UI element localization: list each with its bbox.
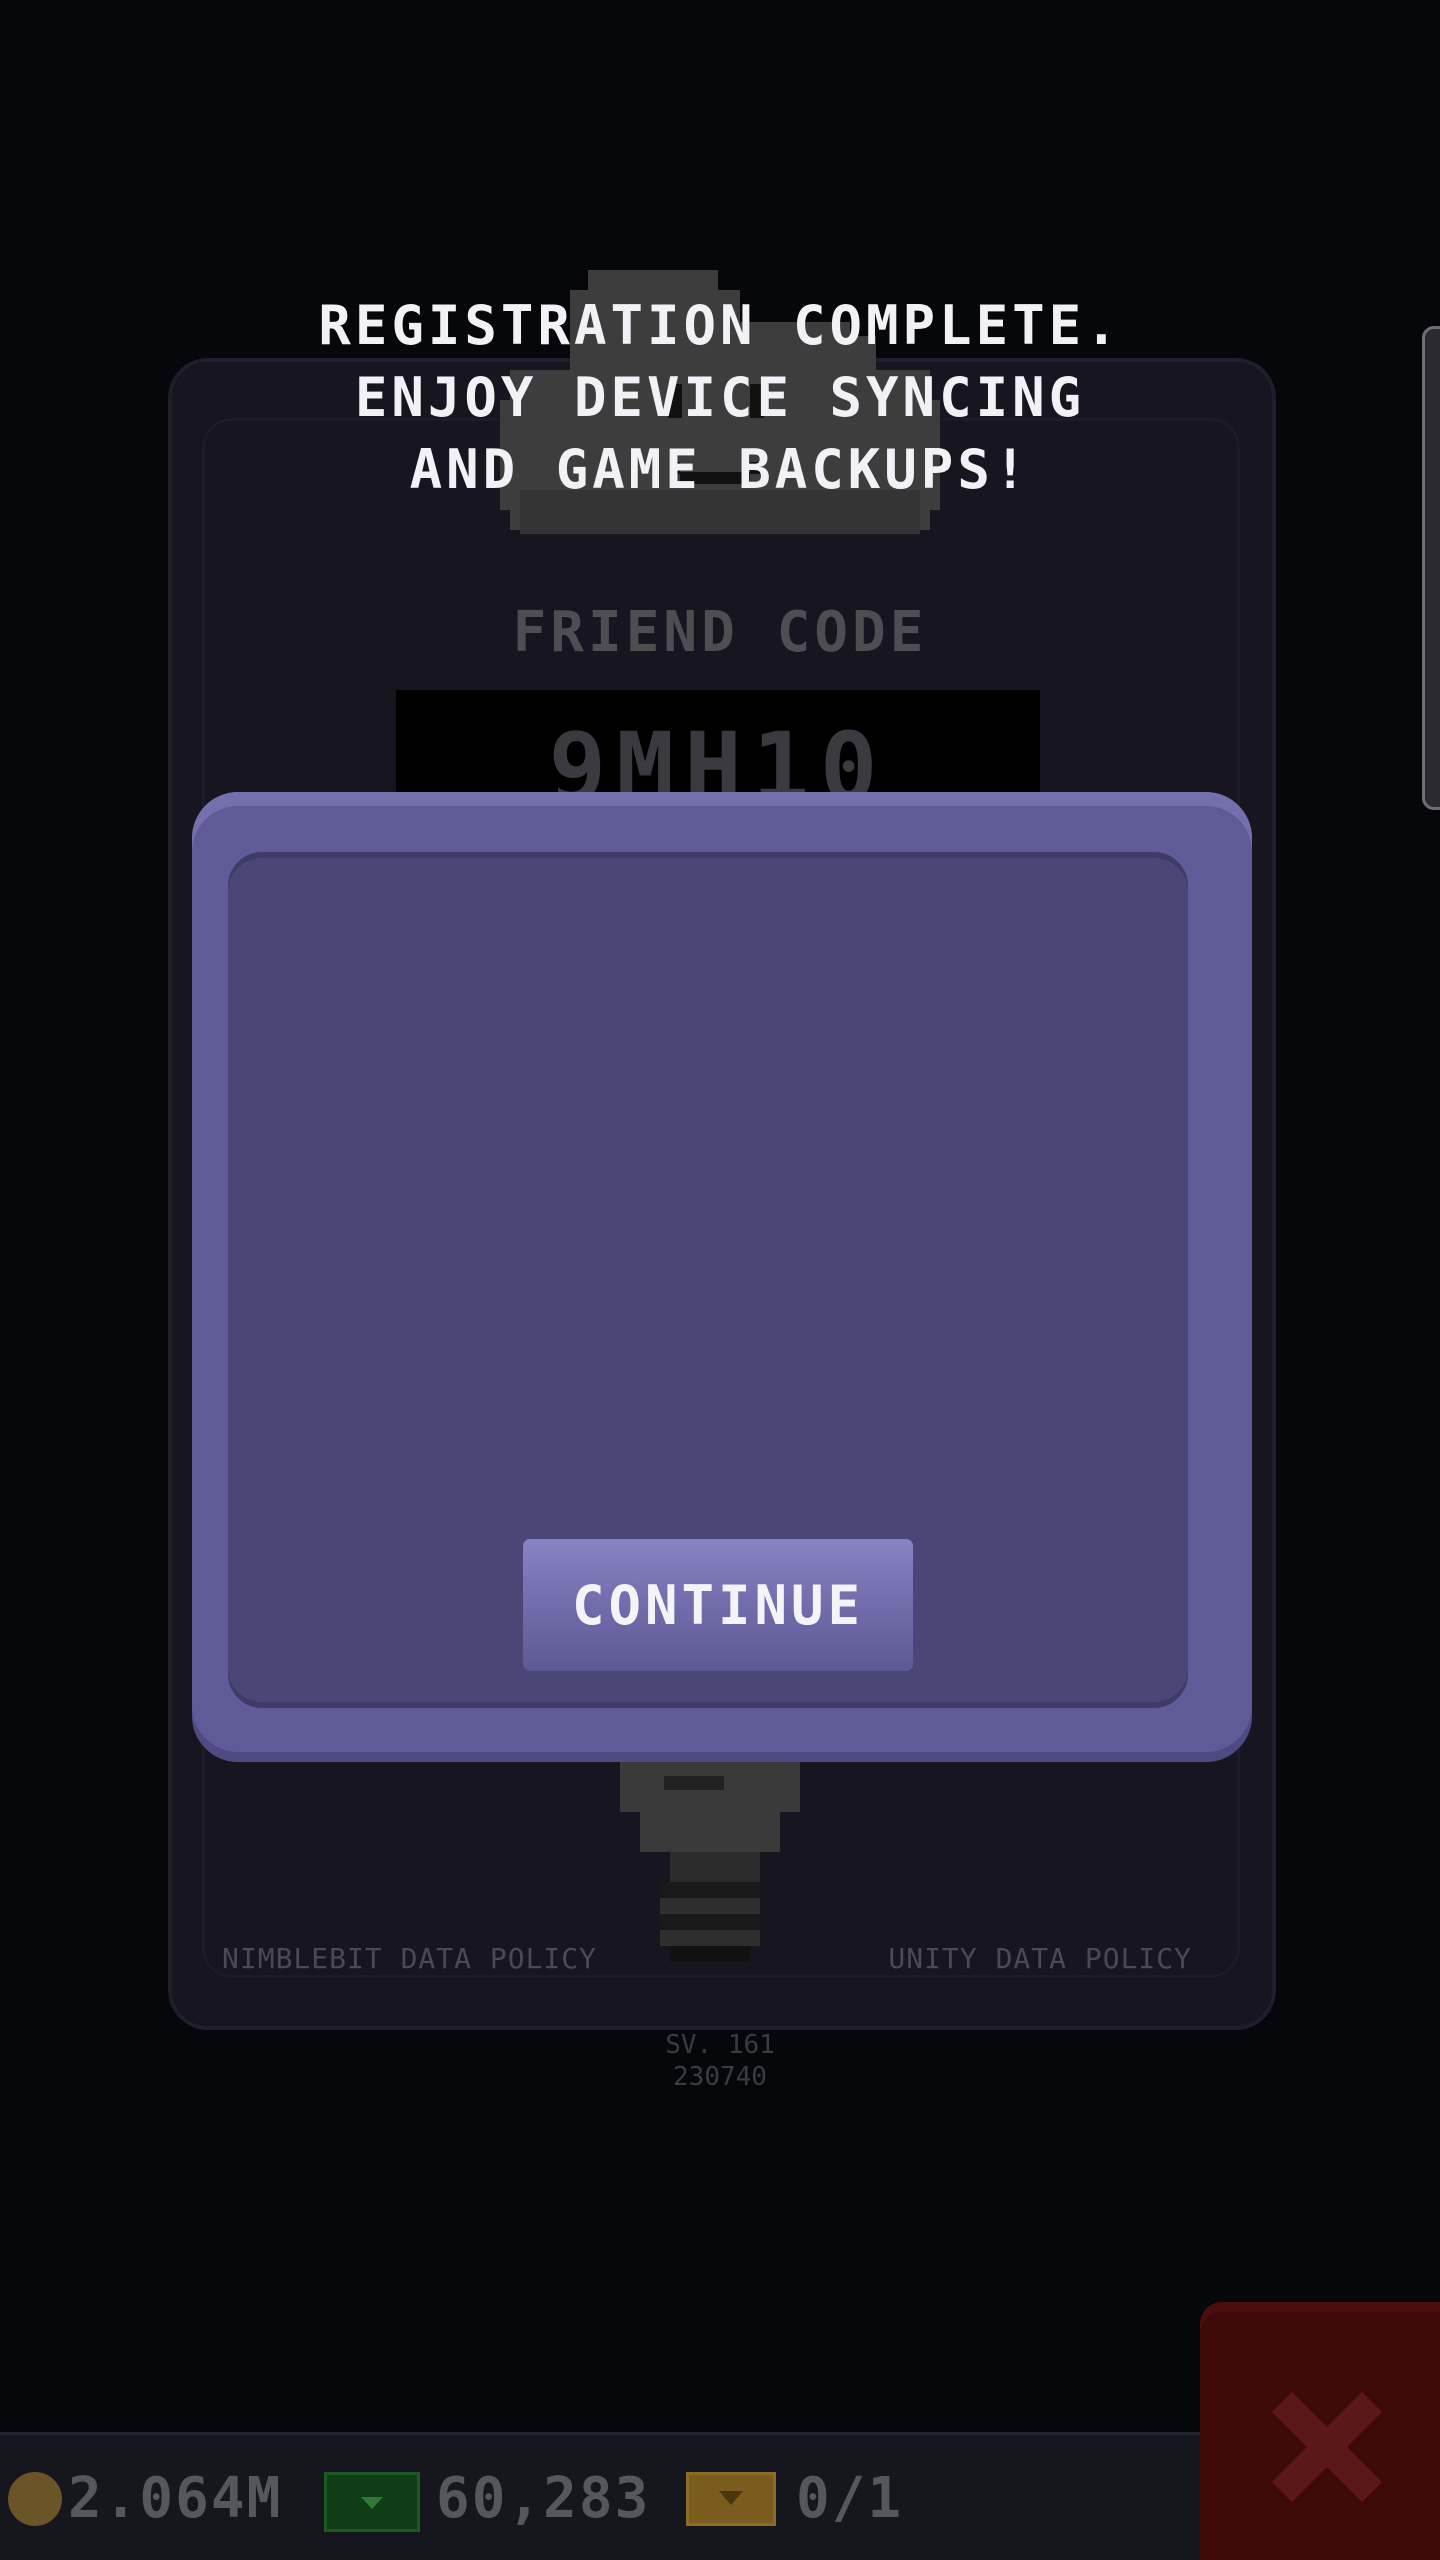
nimblebit-data-policy-link[interactable]: NIMBLEBIT DATA POLICY xyxy=(222,1942,597,1975)
coins-value: 2.064M xyxy=(68,2466,283,2531)
close-icon xyxy=(1272,2392,1382,2502)
build-number-text: 230740 xyxy=(673,2062,767,2092)
friend-code-value: 9MH10 xyxy=(548,712,888,802)
version-text: SV. 161 xyxy=(665,2030,775,2060)
friend-code-box: 9MH10 xyxy=(396,690,1040,802)
coin-icon xyxy=(8,2472,62,2526)
unity-data-policy-link[interactable]: UNITY DATA POLICY xyxy=(888,1942,1192,1975)
bux-arrow-icon xyxy=(361,2497,383,2509)
friend-code-label: FRIEND CODE xyxy=(512,600,928,665)
dialog-message: REGISTRATION COMPLETE. ENJOY DEVICE SYNC… xyxy=(318,294,1122,501)
ticket-arrow-icon xyxy=(719,2491,743,2505)
close-button[interactable] xyxy=(1200,2302,1440,2560)
tickets-value: 0/1 xyxy=(796,2466,904,2531)
bitizen-avatar-icon xyxy=(620,1752,800,1962)
bux-value: 60,283 xyxy=(436,2466,651,2531)
bux-icon xyxy=(324,2472,420,2532)
continue-button[interactable]: CONTINUE xyxy=(520,1536,916,1674)
ticket-icon xyxy=(686,2472,776,2526)
